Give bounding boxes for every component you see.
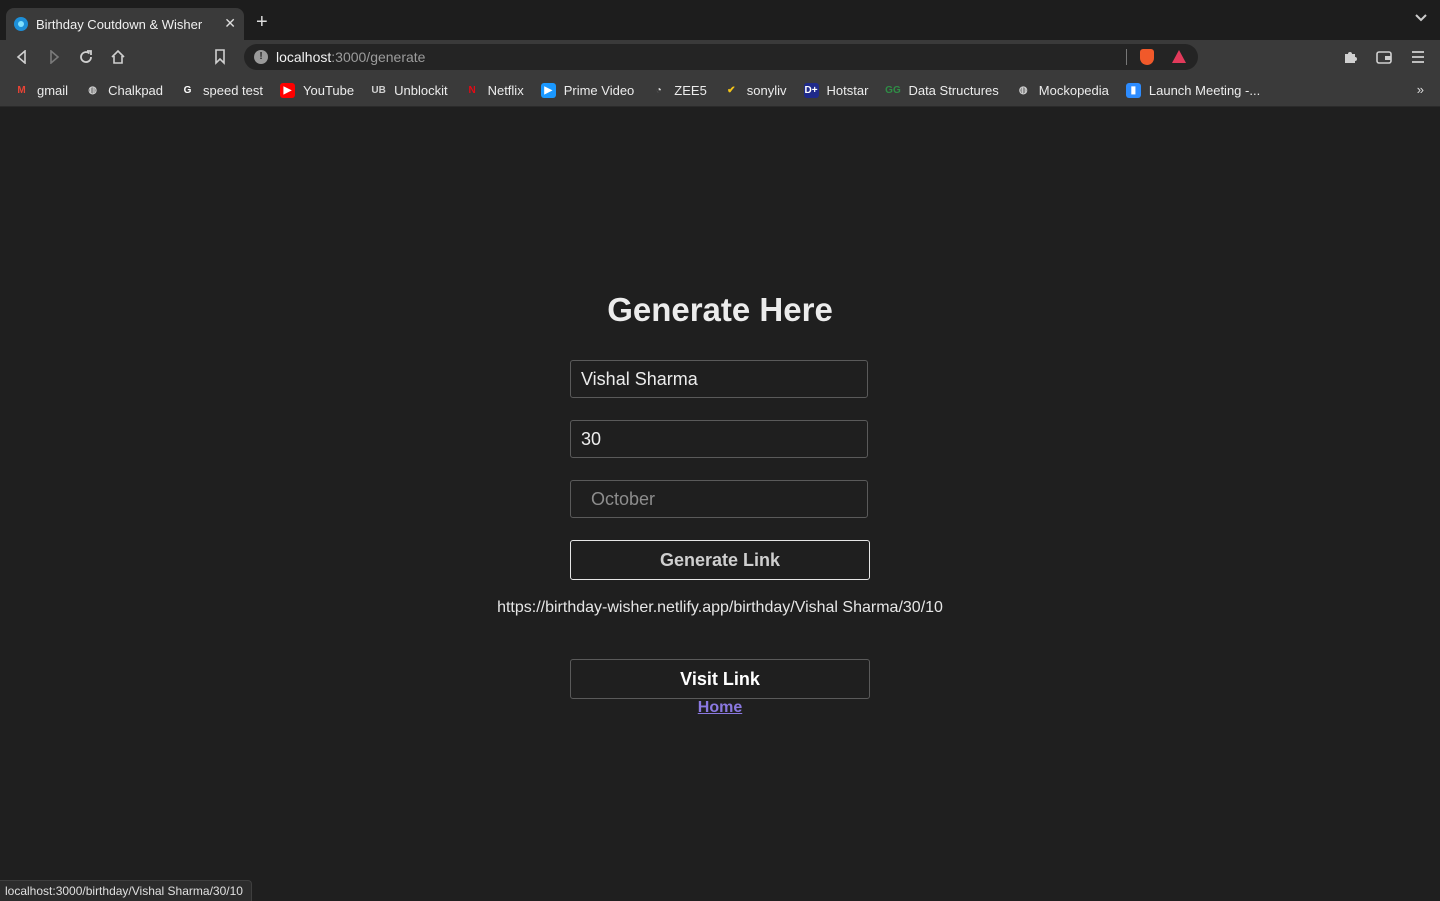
address-bar[interactable]: ! localhost:3000/generate [244, 44, 1198, 70]
zee5-icon: ◔ [655, 84, 662, 96]
extensions-puzzle-icon[interactable] [1341, 48, 1359, 66]
page-title: Generate Here [607, 291, 833, 328]
bookmark-item[interactable]: ✔ sonyliv [724, 82, 787, 98]
generated-link-text: https://birthday-wisher.netlify.app/birt… [497, 599, 943, 616]
close-tab-icon[interactable]: ✕ [224, 15, 236, 32]
bookmark-item[interactable]: ▶ Prime Video [540, 82, 635, 98]
bookmark-item[interactable]: GG Data Structures [885, 82, 999, 98]
reload-icon[interactable] [77, 48, 95, 66]
bookmark-icon[interactable] [211, 48, 229, 66]
bookmark-item[interactable]: Gspeed test [180, 83, 263, 98]
bookmark-label: Mockopedia [1038, 82, 1109, 98]
geeksforgeeks-icon: GG [885, 84, 901, 96]
unblockit-icon: UB [371, 84, 386, 96]
gmail-icon: M [17, 84, 26, 96]
sonyliv-icon: ✔ [727, 84, 736, 96]
bookmarks-list: Mgmail ◍ Chalkpad Gspeed test ▶ YouTube UB Unbl… [14, 74, 1277, 106]
name-input[interactable] [570, 360, 868, 398]
day-input[interactable] [570, 420, 868, 458]
bookmark-label: sonyliv [746, 82, 787, 98]
bookmark-item[interactable]: D+ Hotstar [803, 82, 869, 98]
bookmark-label: YouTube [303, 82, 355, 98]
wallet-icon[interactable] [1375, 48, 1393, 66]
tab-strip: Birthday Coutdown & Wisher ✕ + [0, 0, 1440, 40]
status-bar-url: localhost:3000/birthday/Vishal Sharma/30… [0, 880, 252, 901]
month-input[interactable] [570, 480, 868, 518]
prime-video-icon: ▶ [540, 82, 556, 98]
youtube-icon: ▶ [280, 82, 296, 98]
visit-link-button[interactable]: Visit Link [570, 659, 870, 699]
brave-shields-icon[interactable] [1140, 49, 1154, 65]
address-divider [1126, 49, 1127, 65]
bookmark-label: ZEE5 [674, 82, 707, 98]
home-link[interactable]: Home [0, 699, 1440, 717]
bookmark-item[interactable]: UB Unblockit [371, 83, 447, 98]
page-content: Generate Here Generate Link https://birt… [0, 107, 1440, 900]
tab-title: Birthday Coutdown & Wisher [36, 16, 203, 32]
globe-icon: ◍ [88, 84, 97, 96]
globe-icon: ◍ [1018, 84, 1028, 96]
hotstar-icon: D+ [803, 82, 819, 98]
tab-search-chevron-icon[interactable] [1414, 12, 1428, 26]
bookmark-item[interactable]: N Netflix [465, 82, 524, 98]
netflix-icon: N [468, 84, 476, 96]
bookmark-label: Hotstar [826, 82, 869, 98]
bookmark-item[interactable]: ◔ ZEE5 [651, 83, 707, 98]
bookmark-label: gmail [37, 82, 69, 98]
bookmark-label: Chalkpad [108, 82, 164, 98]
home-icon[interactable] [109, 48, 127, 66]
browser-tab-active[interactable]: Birthday Coutdown & Wisher ✕ [6, 8, 244, 40]
bookmark-label: Prime Video [563, 82, 635, 98]
brave-rewards-icon[interactable] [1172, 50, 1186, 63]
menu-icon[interactable] [1409, 48, 1427, 66]
bookmark-label: Launch Meeting -... [1148, 82, 1261, 98]
site-info-icon[interactable]: ! [254, 50, 268, 64]
browser-toolbar: ! localhost:3000/generate [0, 40, 1440, 74]
back-icon[interactable] [13, 48, 31, 66]
generate-link-button[interactable]: Generate Link [570, 540, 870, 580]
bookmark-item[interactable]: ▮ Launch Meeting -... [1125, 82, 1261, 98]
more-bookmarks-icon[interactable]: » [1417, 82, 1424, 97]
bookmark-label: speed test [203, 82, 264, 98]
bookmark-item[interactable]: ◍ Mockopedia [1016, 83, 1109, 98]
bookmarks-bar: Mgmail ◍ Chalkpad Gspeed test ▶ YouTube UB Unbl… [0, 74, 1440, 107]
forward-icon[interactable] [45, 48, 63, 66]
bookmark-label: Data Structures [908, 82, 999, 98]
react-favicon-icon [14, 17, 28, 31]
url-text[interactable]: localhost:3000/generate [276, 49, 425, 65]
bookmark-item[interactable]: ◍ Chalkpad [85, 83, 163, 98]
new-tab-button[interactable]: + [256, 12, 268, 32]
bookmark-label: Unblockit [394, 82, 448, 98]
zoom-icon: ▮ [1125, 82, 1141, 98]
bookmark-item[interactable]: ▶ YouTube [280, 82, 355, 98]
bookmark-label: Netflix [487, 82, 524, 98]
google-icon: G [183, 84, 192, 96]
bookmark-item[interactable]: Mgmail [14, 83, 68, 98]
